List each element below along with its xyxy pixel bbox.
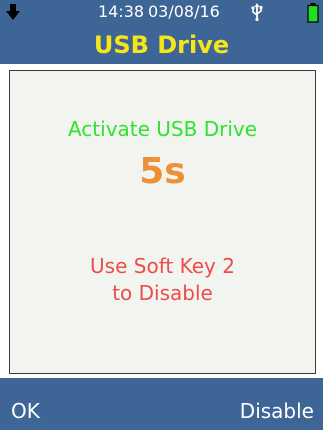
message-panel: Activate USB Drive 5s Use Soft Key 2 to … xyxy=(9,70,316,374)
header-bar: 14:38 03/08/16 USB Drive xyxy=(0,0,323,64)
instruction-line-1: Use Soft Key 2 xyxy=(90,254,235,278)
instruction-line-2: to Disable xyxy=(112,281,213,305)
activate-message: Activate USB Drive xyxy=(67,117,258,141)
disable-softkey[interactable]: Disable xyxy=(240,399,314,423)
status-time: 14:38 xyxy=(98,2,145,21)
status-date: 03/08/16 xyxy=(148,2,220,21)
softkey-bar: OK Disable xyxy=(0,378,323,430)
countdown-timer: 5s xyxy=(139,151,186,192)
usb-icon xyxy=(251,3,263,21)
ok-softkey[interactable]: OK xyxy=(11,399,40,423)
down-arrow-icon xyxy=(6,4,20,20)
status-bar: 14:38 03/08/16 xyxy=(0,0,323,26)
battery-icon xyxy=(307,3,319,23)
screen-title: USB Drive xyxy=(93,31,230,59)
